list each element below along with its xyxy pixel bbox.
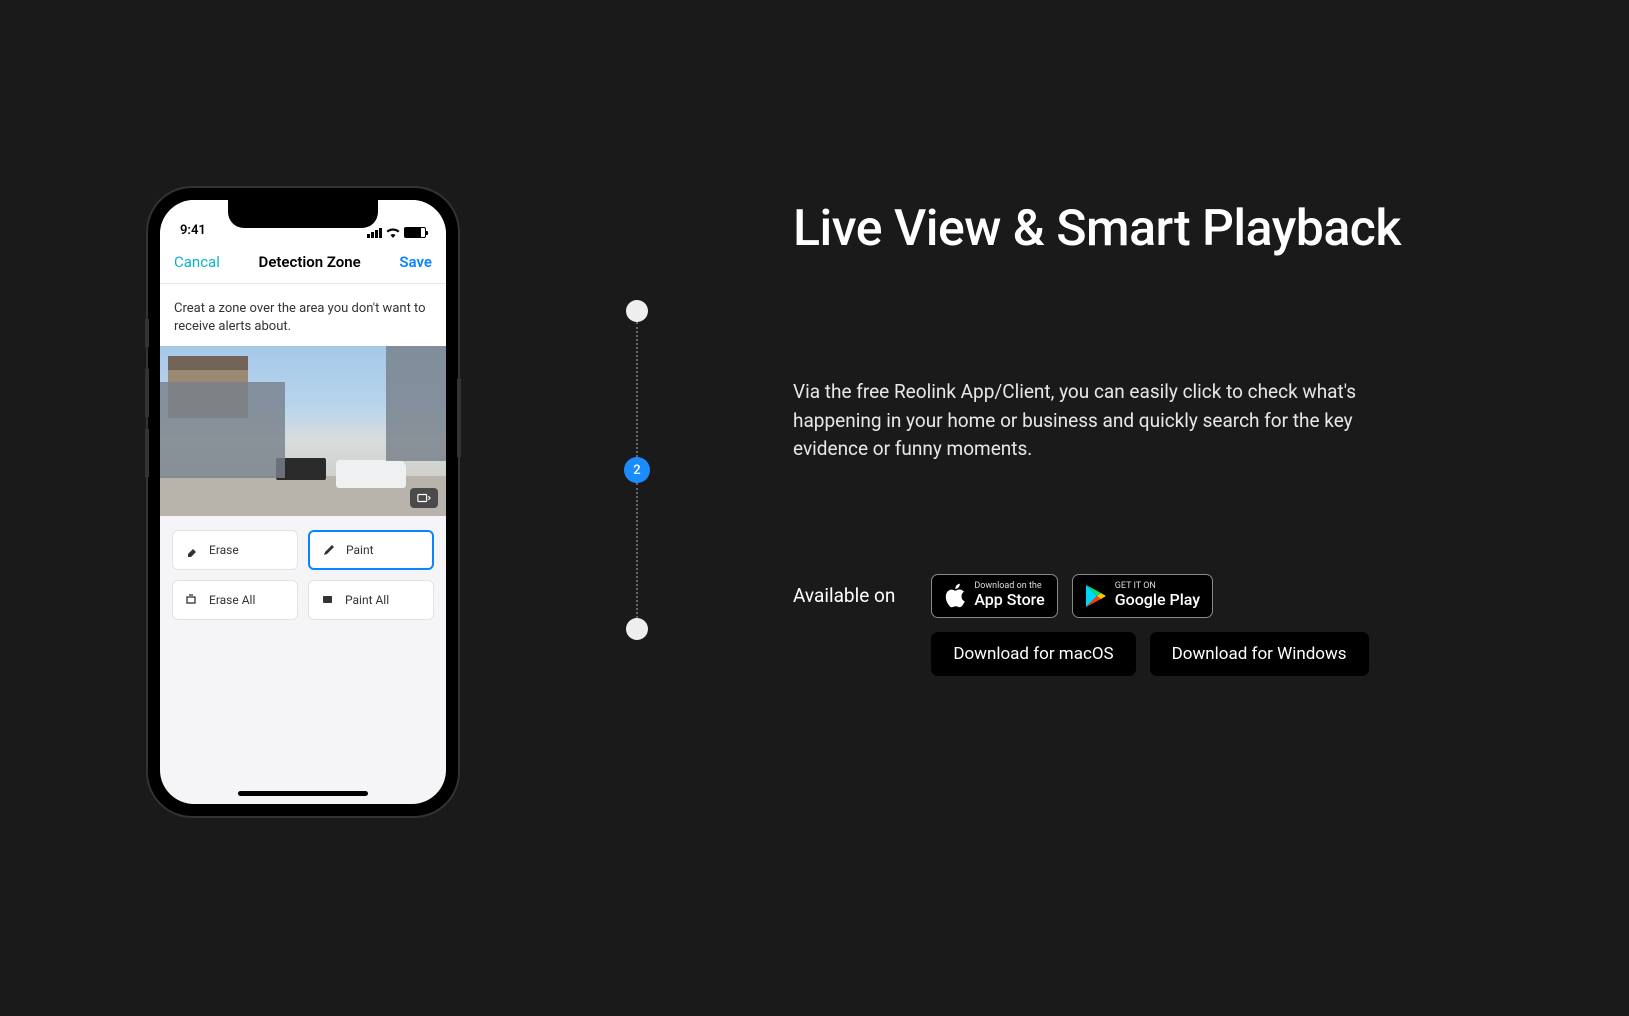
tool-label: Paint (346, 543, 374, 557)
phone-screen: 9:41 Cancal Detection Zone Save Creat a … (160, 200, 446, 804)
google-play-title: Google Play (1115, 591, 1200, 609)
tool-label: Erase (209, 543, 239, 557)
pencil-icon (322, 543, 336, 557)
google-play-icon (1085, 584, 1107, 608)
camera-preview[interactable] (160, 346, 446, 516)
eraser-icon (185, 543, 199, 557)
paint-all-icon (321, 593, 335, 607)
battery-icon (404, 227, 426, 238)
detection-mask[interactable] (386, 346, 446, 461)
erase-button[interactable]: Erase (172, 530, 298, 570)
status-time: 9:41 (180, 223, 206, 238)
phone-power-button (457, 378, 461, 458)
tool-label: Paint All (345, 593, 389, 607)
phone-side-button (145, 318, 149, 348)
paint-all-button[interactable]: Paint All (308, 580, 434, 620)
app-store-button[interactable]: Download on the App Store (931, 574, 1057, 618)
wifi-icon (386, 228, 400, 238)
download-windows-button[interactable]: Download for Windows (1150, 632, 1369, 676)
download-macos-button[interactable]: Download for macOS (931, 632, 1135, 676)
rotate-icon (417, 492, 431, 504)
screen-title: Detection Zone (259, 253, 361, 271)
phone-volume-down (145, 428, 149, 478)
app-store-title: App Store (974, 591, 1044, 609)
tool-label: Erase All (209, 593, 255, 607)
fullscreen-toggle-button[interactable] (410, 488, 438, 508)
erase-all-icon (185, 593, 199, 607)
home-indicator (238, 791, 368, 796)
signal-icon (367, 228, 382, 238)
apple-icon (944, 583, 966, 609)
step-number: 2 (633, 463, 640, 478)
erase-all-button[interactable]: Erase All (172, 580, 298, 620)
cancel-button[interactable]: Cancal (174, 253, 220, 271)
google-play-button[interactable]: GET IT ON Google Play (1072, 574, 1213, 618)
step-timeline: 2 (625, 300, 649, 640)
timeline-step-1[interactable] (626, 300, 648, 322)
timeline-step-3[interactable] (626, 618, 648, 640)
paint-button[interactable]: Paint (308, 530, 434, 570)
feature-heading: Live View & Smart Playback (793, 200, 1513, 258)
phone-notch (228, 200, 378, 228)
detection-mask[interactable] (160, 382, 285, 478)
feature-content: Live View & Smart Playback Via the free … (793, 200, 1513, 676)
phone-volume-up (145, 368, 149, 418)
phone-mockup: 9:41 Cancal Detection Zone Save Creat a … (148, 188, 458, 816)
timeline-step-2[interactable]: 2 (624, 457, 650, 483)
available-label: Available on (793, 574, 895, 607)
download-section: Available on Download on the App Store G… (793, 574, 1513, 676)
instruction-text: Creat a zone over the area you don't wan… (160, 284, 446, 346)
save-button[interactable]: Save (399, 253, 432, 271)
app-header: Cancal Detection Zone Save (160, 240, 446, 284)
feature-description: Via the free Reolink App/Client, you can… (793, 378, 1413, 464)
tool-grid: Erase Paint Erase All Paint All (160, 516, 446, 634)
